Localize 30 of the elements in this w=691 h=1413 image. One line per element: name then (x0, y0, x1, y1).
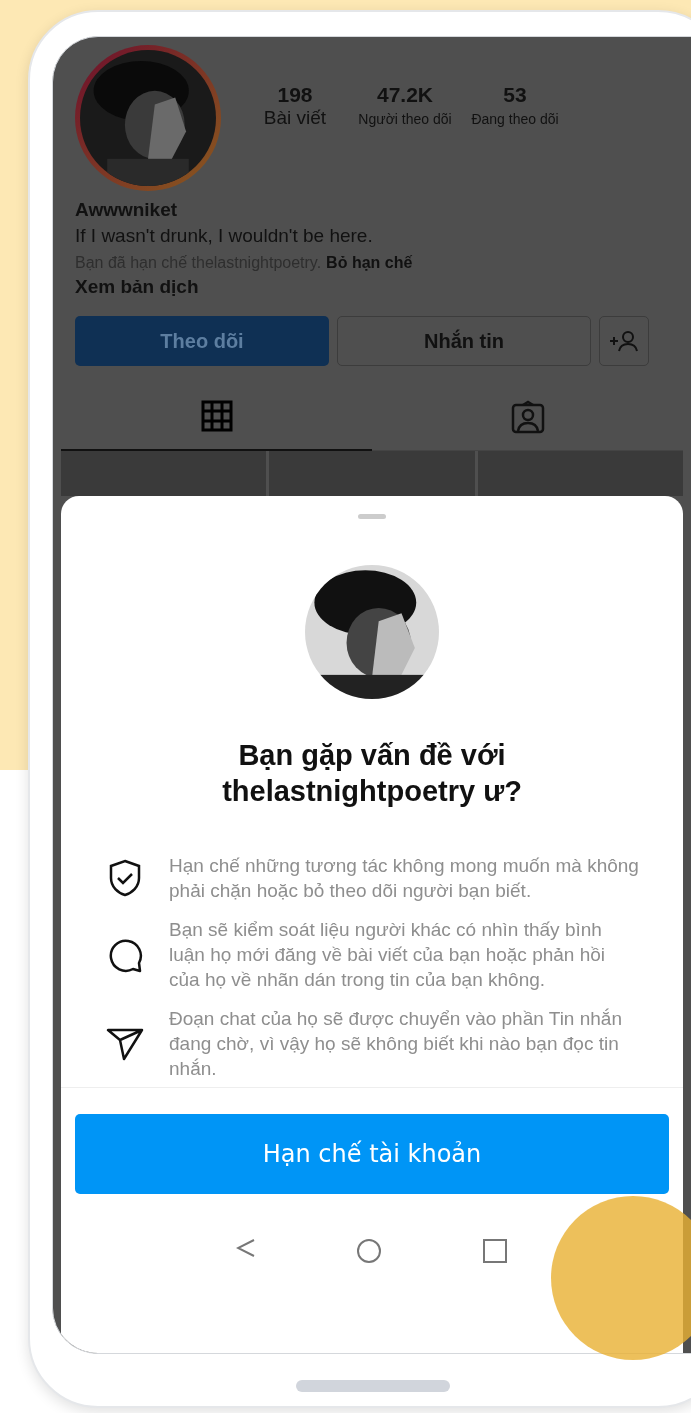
grid-icon (200, 400, 233, 432)
shield-check-icon (108, 859, 142, 897)
stat-count: 198 (277, 83, 313, 107)
add-person-button[interactable] (599, 316, 649, 366)
feature-description: Hạn chế những tương tác không mong muốn mà không phải chặn hoặc bỏ theo dõi người bạn biết. (169, 854, 639, 903)
message-button[interactable]: Nhắn tin (337, 316, 591, 366)
post-thumbnail[interactable] (269, 451, 475, 496)
sheet-title: Bạn gặp vấn đề với thelastnightpoetry ư? (221, 738, 523, 809)
profile-name: Awwwniket (75, 199, 179, 221)
stat-label[interactable]: Bài viết (263, 107, 327, 129)
add-person-icon (609, 330, 639, 352)
translate-link[interactable]: Xem bản dịch (75, 276, 691, 298)
send-icon (106, 1026, 144, 1061)
profile-bio: If I wasn't drunk, I wouldn't be here. (75, 225, 374, 247)
back-icon[interactable] (236, 1238, 256, 1258)
stat-count: 53 (503, 83, 527, 107)
recent-apps-icon[interactable] (482, 1238, 508, 1264)
drag-handle[interactable] (358, 514, 386, 519)
post-thumbnail[interactable] (477, 451, 683, 496)
feature-description: Đoạn chat của họ sẽ được chuyển vào phần Tin nhắn đang chờ, vì vậy họ sẽ không biết khi nào bạn đọc tin nhắn. (169, 1007, 623, 1081)
tagged-person-icon (510, 400, 545, 434)
unrestrict-link[interactable]: Bỏ hạn chế (326, 254, 413, 272)
stat-label[interactable]: Người theo dõi (358, 111, 452, 127)
stat-label[interactable]: Đang theo dõi (471, 111, 559, 127)
feature-description: Bạn sẽ kiểm soát liệu người khác có nhìn thấy bình luận họ mới đăng về bài viết của bạn hoặc phản hồi của họ về nhãn dán trong tin của bạn không. (169, 918, 607, 992)
stat-count: 47.2K (376, 83, 433, 107)
follow-button[interactable]: Theo dõi (75, 316, 329, 366)
post-thumbnail[interactable] (61, 451, 267, 496)
home-icon[interactable] (356, 1238, 382, 1264)
restrict-account-button[interactable]: Hạn chế tài khoản (75, 1114, 669, 1194)
